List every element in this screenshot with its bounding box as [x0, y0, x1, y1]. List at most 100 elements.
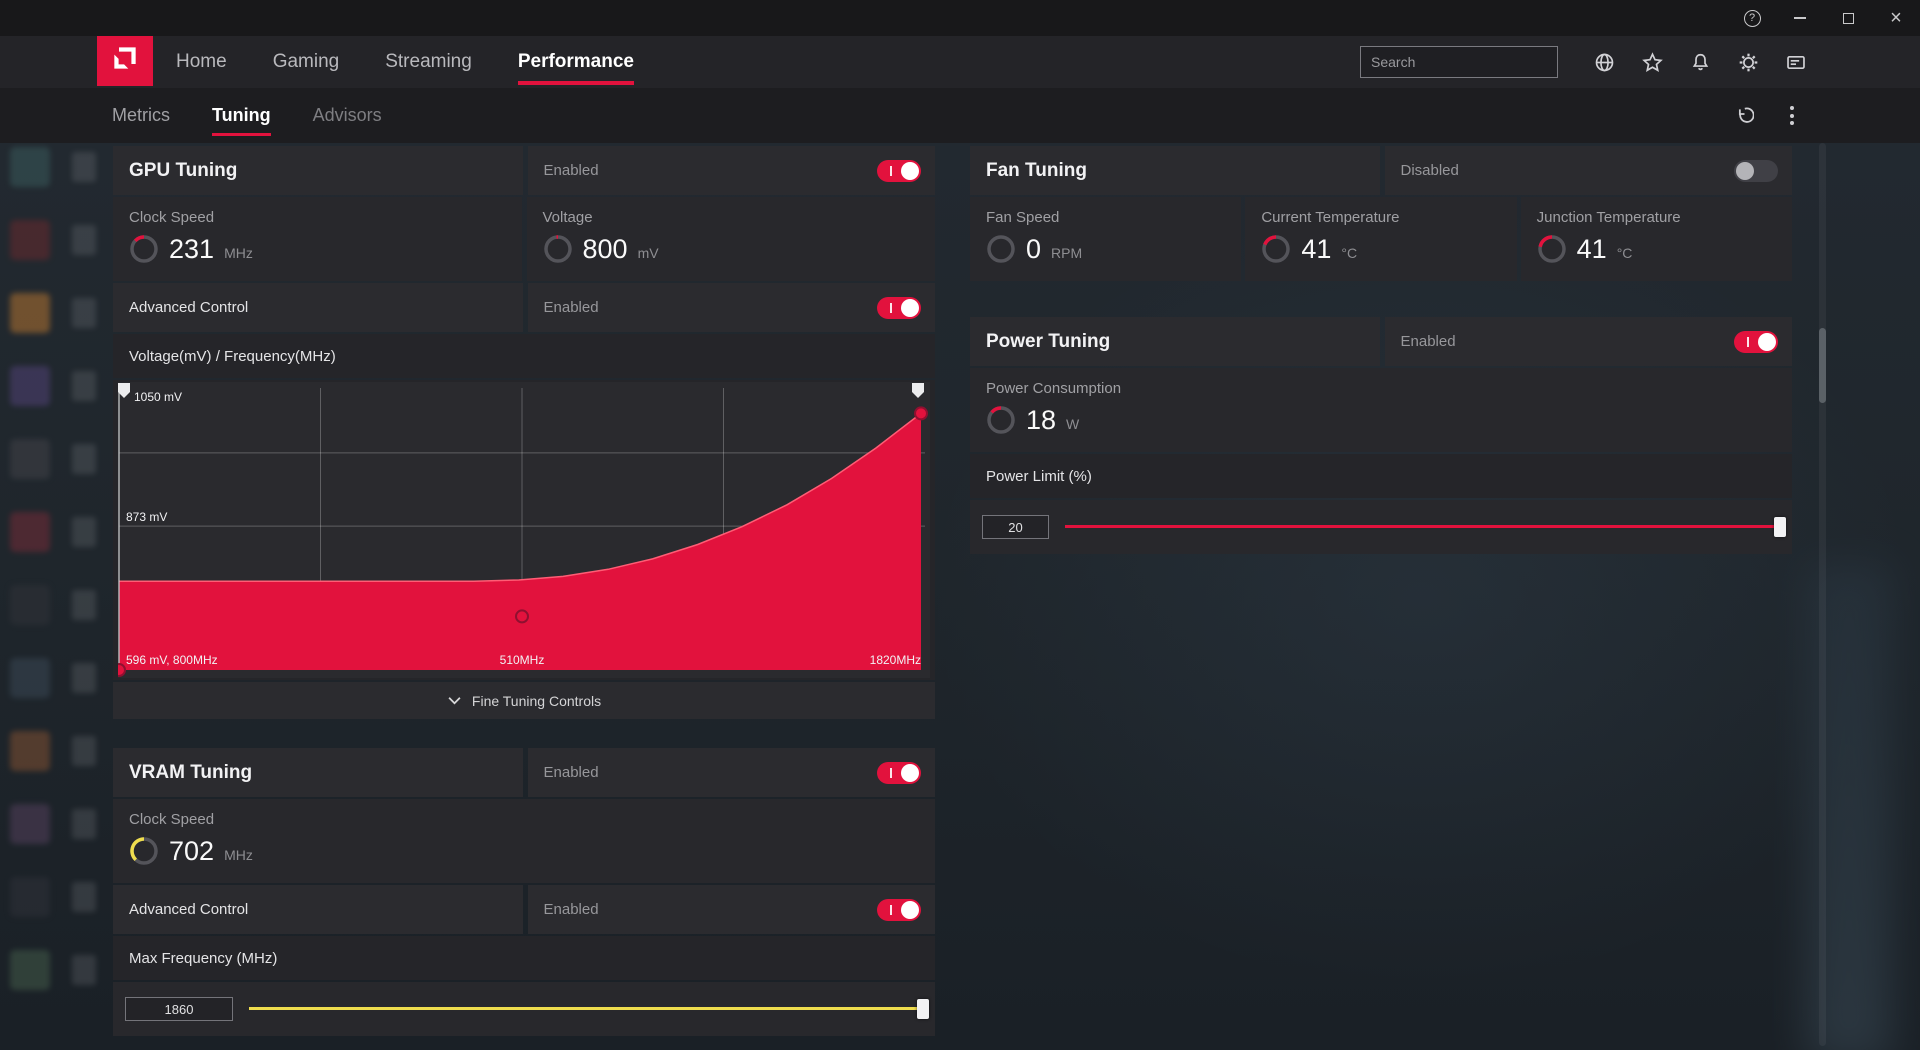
- browser-button[interactable]: [1580, 36, 1628, 88]
- power-limit-slider-row: 20: [970, 500, 1792, 554]
- gpu-tuning-toggle[interactable]: [877, 160, 921, 182]
- search-input[interactable]: [1371, 54, 1552, 70]
- max-frequency-slider[interactable]: [249, 997, 923, 1021]
- amd-arrow-icon: [109, 42, 141, 74]
- blurred-doc-icon: [72, 444, 96, 474]
- tab-tuning[interactable]: Tuning: [212, 88, 271, 143]
- power-consumption-value: 18: [1026, 405, 1056, 436]
- power-tuning-toggle[interactable]: [1734, 331, 1778, 353]
- tab-advisors[interactable]: Advisors: [313, 88, 382, 143]
- gpu-clock-gauge-icon: [129, 234, 159, 264]
- blurred-doc-icon: [72, 298, 96, 328]
- voltage-frequency-label: Voltage(mV) / Frequency(MHz): [113, 334, 935, 378]
- fan-speed-label: Fan Speed: [986, 209, 1225, 226]
- help-button[interactable]: ?: [1728, 0, 1776, 36]
- more-options-button[interactable]: [1768, 88, 1816, 143]
- vram-advanced-control-label: Advanced Control: [129, 901, 248, 918]
- gpu-voltage-gauge-icon: [543, 234, 573, 264]
- power-consumption-unit: W: [1066, 416, 1079, 432]
- max-frequency-slider-handle[interactable]: [917, 999, 929, 1019]
- power-consumption-gauge-icon: [986, 405, 1016, 435]
- scrollbar-thumb[interactable]: [1819, 328, 1826, 403]
- gpu-tuning-state: Enabled: [544, 162, 599, 179]
- notifications-button[interactable]: [1676, 36, 1724, 88]
- max-frequency-value-box[interactable]: 1860: [125, 997, 233, 1021]
- fan-speed-value: 0: [1026, 234, 1041, 265]
- reset-button[interactable]: [1720, 88, 1768, 143]
- blurred-game-tile: [10, 512, 50, 552]
- bell-icon: [1690, 52, 1711, 73]
- vram-advanced-toggle[interactable]: [877, 899, 921, 921]
- gpu-clock-unit: MHz: [224, 245, 253, 261]
- star-icon: [1642, 52, 1663, 73]
- blurred-game-tile: [10, 147, 50, 187]
- gpu-voltage-value: 800: [583, 234, 628, 265]
- performance-sub-nav: Metrics Tuning Advisors: [0, 88, 1920, 143]
- vram-tuning-toggle[interactable]: [877, 762, 921, 784]
- vram-tuning-card: VRAM Tuning Enabled Clock Speed 702 MHz: [113, 748, 935, 1038]
- voltage-frequency-chart-row: 1050 mV873 mV596 mV, 800MHz510MHz1820MHz: [113, 380, 935, 680]
- blurred-game-tile: [10, 950, 50, 990]
- power-limit-slider[interactable]: [1065, 515, 1780, 539]
- junction-temperature-gauge-icon: [1537, 234, 1567, 264]
- nav-item-performance[interactable]: Performance: [518, 36, 634, 88]
- minimize-icon: [1794, 17, 1806, 19]
- vram-tuning-state: Enabled: [544, 764, 599, 781]
- gpu-advanced-toggle[interactable]: [877, 297, 921, 319]
- help-icon: ?: [1744, 10, 1761, 27]
- power-limit-value-box[interactable]: 20: [982, 515, 1049, 539]
- gpu-voltage-label: Voltage: [543, 209, 920, 226]
- globe-icon: [1594, 52, 1615, 73]
- svg-text:596 mV, 800MHz: 596 mV, 800MHz: [126, 653, 218, 667]
- vram-clock-gauge-icon: [129, 836, 159, 866]
- favorites-button[interactable]: [1628, 36, 1676, 88]
- vram-tuning-title: VRAM Tuning: [129, 762, 252, 784]
- search-box: [1360, 46, 1558, 78]
- chevron-down-icon: [447, 696, 462, 705]
- blurred-doc-icon: [72, 152, 96, 182]
- gpu-clock-value: 231: [169, 234, 214, 265]
- minimize-button[interactable]: [1776, 0, 1824, 36]
- maximize-button[interactable]: [1824, 0, 1872, 36]
- power-consumption-label: Power Consumption: [986, 380, 1776, 397]
- fan-speed-gauge-icon: [986, 234, 1016, 264]
- blurred-doc-icon: [72, 517, 96, 547]
- junction-temperature-value: 41: [1577, 234, 1607, 265]
- vram-clock-speed-label: Clock Speed: [129, 811, 919, 828]
- blurred-doc-icon: [72, 955, 96, 985]
- settings-button[interactable]: [1724, 36, 1772, 88]
- power-limit-slider-handle[interactable]: [1774, 517, 1786, 537]
- blurred-game-tile: [10, 585, 50, 625]
- nav-item-streaming[interactable]: Streaming: [385, 36, 472, 88]
- fine-tuning-controls-label: Fine Tuning Controls: [472, 693, 601, 709]
- svg-text:510MHz: 510MHz: [500, 653, 545, 667]
- blurred-doc-icon: [72, 590, 96, 620]
- svg-text:873 mV: 873 mV: [126, 510, 167, 524]
- nav-item-home[interactable]: Home: [176, 36, 227, 88]
- main-nav-bar: Home Gaming Streaming Performance: [0, 36, 1920, 88]
- voltage-frequency-curve-chart[interactable]: 1050 mV873 mV596 mV, 800MHz510MHz1820MHz: [118, 382, 930, 678]
- fan-tuning-toggle[interactable]: [1734, 160, 1778, 182]
- blurred-game-tile: [10, 220, 50, 260]
- title-bar: ? ×: [0, 0, 1920, 36]
- scrollbar-track[interactable]: [1819, 143, 1826, 1046]
- system-info-button[interactable]: [1772, 36, 1820, 88]
- tab-metrics[interactable]: Metrics: [112, 88, 170, 143]
- fine-tuning-controls-expander[interactable]: Fine Tuning Controls: [113, 682, 935, 719]
- blurred-doc-icon: [72, 371, 96, 401]
- close-icon: ×: [1890, 8, 1902, 28]
- blurred-doc-icon: [72, 736, 96, 766]
- junction-temperature-unit: °C: [1617, 245, 1633, 261]
- fan-tuning-state: Disabled: [1401, 162, 1459, 179]
- maximize-icon: [1843, 13, 1854, 24]
- current-temperature-value: 41: [1301, 234, 1331, 265]
- blurred-game-library: [0, 143, 112, 1050]
- svg-text:1820MHz: 1820MHz: [870, 653, 921, 667]
- nav-item-gaming[interactable]: Gaming: [273, 36, 340, 88]
- content-area: GPU Tuning Enabled Clock Speed 231 MHz: [0, 143, 1920, 1050]
- blurred-game-tile: [10, 658, 50, 698]
- vram-clock-value: 702: [169, 836, 214, 867]
- kebab-icon: [1790, 106, 1794, 125]
- amd-logo[interactable]: [97, 30, 153, 86]
- close-button[interactable]: ×: [1872, 0, 1920, 36]
